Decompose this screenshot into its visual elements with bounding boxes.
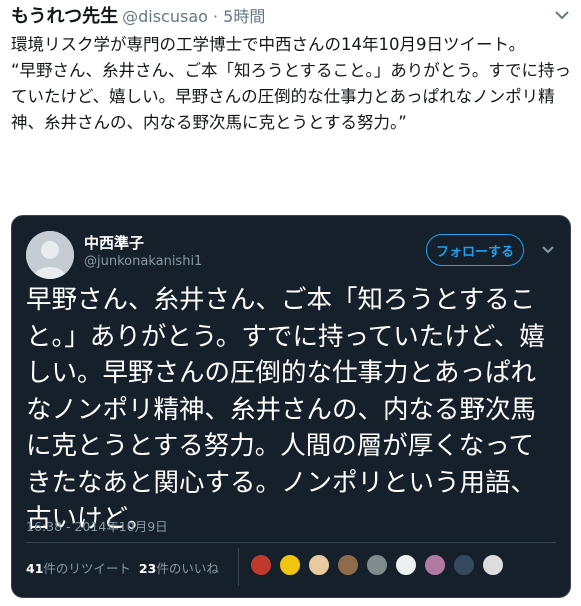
quoted-author-name[interactable]: 中西準子	[84, 232, 144, 253]
retweet-label: 件のリツイート	[43, 561, 131, 576]
engagement-stats: 41件のリツイート 23件のいいね	[26, 558, 219, 577]
follow-button[interactable]: フォローする	[426, 234, 524, 266]
quoted-author-handle[interactable]: @junkonakanishi1	[84, 254, 202, 269]
liker-avatar[interactable]	[308, 554, 330, 576]
liker-avatar[interactable]	[453, 554, 475, 576]
like-stat[interactable]: 23件のいいね	[139, 561, 219, 576]
stats-divider	[238, 548, 239, 586]
like-label: 件のいいね	[156, 561, 219, 576]
author-name[interactable]: もうれつ先生	[11, 6, 118, 27]
retweet-stat[interactable]: 41件のリツイート	[26, 561, 131, 576]
default-avatar-icon[interactable]	[26, 231, 74, 279]
liker-avatar[interactable]	[366, 554, 388, 576]
liker-avatar[interactable]	[482, 554, 504, 576]
liker-avatars	[250, 554, 511, 576]
chevron-down-icon[interactable]	[540, 242, 556, 258]
tweet-text: 環境リスク学が専門の工学博士で中西さんの14年10月9日ツイート。 “早野さん、…	[11, 35, 571, 132]
liker-avatar[interactable]	[250, 554, 272, 576]
like-count: 23	[138, 561, 157, 576]
quoted-tweet-text: 早野さん、糸井さん、ご本「知ろうとすること。」ありがとう。すでに持っていたけど、…	[26, 285, 545, 534]
retweet-count: 41	[26, 561, 44, 576]
quoted-tweet-card[interactable]: 中西準子 @junkonakanishi1 フォローする 早野さん、糸井さん、ご…	[11, 215, 571, 598]
chevron-down-icon[interactable]	[553, 6, 571, 24]
liker-avatar[interactable]	[424, 554, 446, 576]
quoted-tweet-timestamp[interactable]: 16:38 - 2014年10月9日	[26, 516, 168, 535]
author-handle[interactable]: @discusao · 5時間	[122, 7, 265, 26]
liker-avatar[interactable]	[395, 554, 417, 576]
liker-avatar[interactable]	[279, 554, 301, 576]
tweet-header: もうれつ先生 @discusao · 5時間	[11, 2, 571, 28]
divider	[26, 542, 556, 543]
liker-avatar[interactable]	[337, 554, 359, 576]
